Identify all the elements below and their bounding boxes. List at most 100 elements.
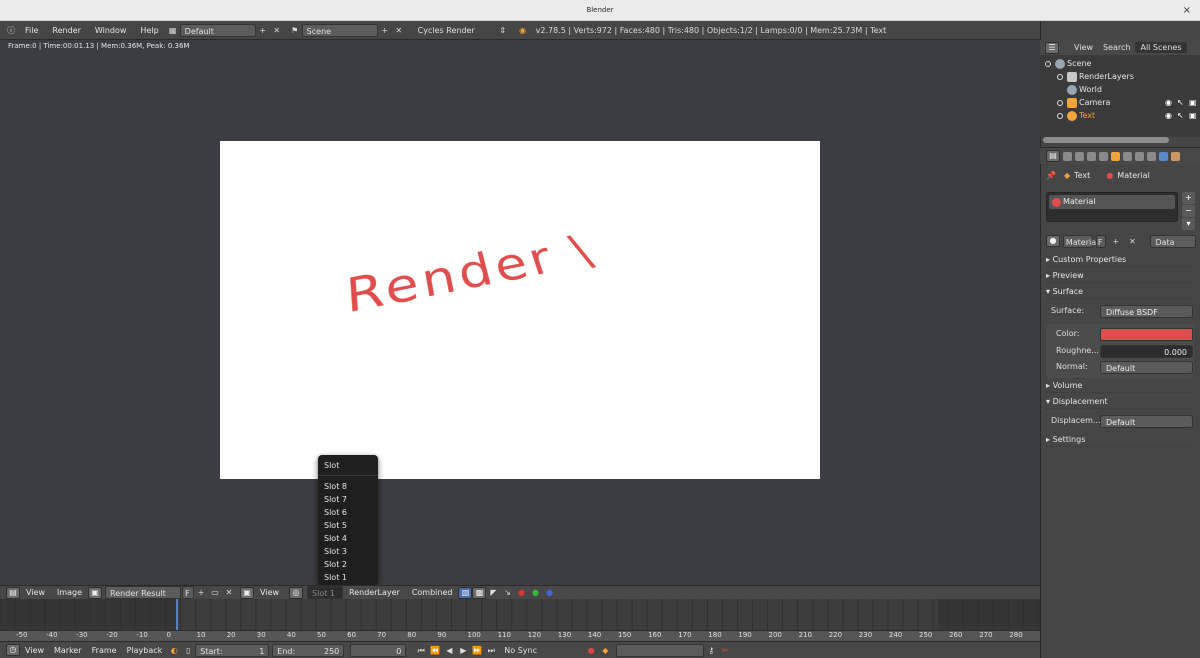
scene-tab-icon[interactable] <box>1087 151 1096 161</box>
jump-end-icon[interactable]: ⏭ <box>484 644 498 657</box>
render-camera-icon[interactable]: ▣ <box>1189 96 1197 109</box>
displacement-select[interactable]: Default <box>1100 415 1193 428</box>
blue-channel-icon[interactable]: ● <box>542 586 556 599</box>
image-menu-image[interactable]: Image <box>51 588 88 597</box>
slot-item[interactable]: Slot 7 <box>318 493 378 506</box>
menu-file[interactable]: File <box>18 26 45 35</box>
image-menu-view[interactable]: View <box>20 588 51 597</box>
alpha-channel-icon[interactable]: ▩ <box>472 586 487 599</box>
remove-scene-icon[interactable]: ✕ <box>392 24 406 37</box>
green-channel-icon[interactable]: ● <box>528 586 542 599</box>
world-tab-icon[interactable] <box>1099 151 1108 161</box>
slot-item[interactable]: Slot 2 <box>318 558 378 571</box>
panel-volume[interactable]: ▸ Volume <box>1046 379 1194 393</box>
slot-item[interactable]: Slot 4 <box>318 532 378 545</box>
keying-icon[interactable]: ◆ <box>598 644 612 657</box>
layers-tab-icon[interactable] <box>1075 151 1084 161</box>
panel-displacement[interactable]: ▾ Displacement <box>1046 395 1194 409</box>
visibility-eye-icon[interactable]: ◉ <box>1165 109 1172 122</box>
scene-icon[interactable]: ⚑ <box>288 24 302 37</box>
slot-specials-button[interactable]: ▾ <box>1182 218 1195 230</box>
material-fake-user[interactable]: F <box>1095 234 1106 248</box>
layout-icon[interactable]: ▦ <box>166 24 180 37</box>
outliner-tab-all-scenes[interactable]: All Scenes <box>1135 42 1187 53</box>
open-image-icon[interactable]: ▭ <box>208 586 222 599</box>
image-browse-icon[interactable]: ▣ <box>88 586 103 599</box>
mode-select[interactable]: View <box>254 588 285 597</box>
new-material-icon[interactable]: + <box>1109 235 1123 248</box>
outliner-tab-view[interactable]: View <box>1069 42 1098 53</box>
visibility-eye-icon[interactable]: ◉ <box>1165 96 1172 109</box>
mode-icon[interactable]: ▣ <box>240 586 255 599</box>
editor-type-icon[interactable]: ▤ <box>6 586 20 599</box>
expand-icon[interactable] <box>1045 60 1051 67</box>
material-tab-icon[interactable] <box>1159 151 1168 161</box>
link-select[interactable]: Data <box>1150 234 1196 248</box>
render-engine-select[interactable]: Cycles Render <box>413 23 496 37</box>
outliner-row-world[interactable]: World <box>1067 83 1102 96</box>
normal-select[interactable]: Default <box>1100 361 1193 374</box>
slot-item[interactable]: Slot 6 <box>318 506 378 519</box>
menu-render[interactable]: Render <box>45 26 87 35</box>
timeline-ruler[interactable]: -50 -40 -30 -20 -10 0 10 20 30 40 50 60 70 80 90 100 110… <box>0 630 1040 641</box>
panel-surface[interactable]: ▾ Surface <box>1046 285 1194 299</box>
add-scene-icon[interactable]: + <box>378 24 392 37</box>
add-layout-icon[interactable]: + <box>256 24 270 37</box>
texture-tab-icon[interactable] <box>1171 151 1180 161</box>
remove-layout-icon[interactable]: ✕ <box>270 24 284 37</box>
timeline-area[interactable] <box>0 599 1040 630</box>
keying-set-field[interactable] <box>616 643 705 657</box>
z-buffer-icon[interactable]: ◤ <box>486 586 500 599</box>
slot-item[interactable]: Slot 5 <box>318 519 378 532</box>
pivot-icon[interactable]: ◎ <box>289 586 304 599</box>
current-frame-field[interactable]: 0 <box>350 643 407 657</box>
snap-icon[interactable]: ↘ <box>500 586 514 599</box>
roughness-slider[interactable]: 0.000 <box>1100 345 1193 358</box>
image-name-field[interactable]: Render Result <box>105 586 182 599</box>
close-icon[interactable]: × <box>1183 0 1191 21</box>
unlink-image-icon[interactable]: ✕ <box>222 586 236 599</box>
material-name-field[interactable]: Material <box>1062 234 1098 248</box>
sync-select[interactable]: No Sync <box>500 643 577 657</box>
slot-item[interactable]: Slot 8 <box>318 480 378 493</box>
context-material[interactable]: Material <box>1117 171 1150 180</box>
outliner-tab-search[interactable]: Search <box>1098 42 1135 53</box>
expand-icon[interactable] <box>1057 112 1063 119</box>
selectable-icon[interactable]: ↖ <box>1177 96 1184 109</box>
outliner-row-text[interactable]: Text ◉ ↖ ▣ <box>1057 109 1197 122</box>
remove-slot-button[interactable]: − <box>1182 205 1195 217</box>
pin-icon[interactable]: 📌 <box>1046 171 1056 180</box>
material-slots-list[interactable]: Material <box>1046 192 1178 222</box>
panel-settings[interactable]: ▸ Settings <box>1046 433 1194 447</box>
render-tab-icon[interactable] <box>1063 151 1072 161</box>
add-slot-button[interactable]: + <box>1182 192 1195 204</box>
color-swatch[interactable] <box>1100 328 1193 341</box>
menu-help[interactable]: Help <box>133 26 165 35</box>
render-result-image[interactable]: Render \ <box>220 141 820 479</box>
scene-field[interactable]: Scene <box>301 23 378 37</box>
new-image-icon[interactable]: + <box>194 586 208 599</box>
jump-keyframe-back-icon[interactable]: ⏪ <box>428 644 442 657</box>
properties-type-icon[interactable]: ▤ <box>1046 150 1060 162</box>
jump-keyframe-forward-icon[interactable]: ⏩ <box>470 644 484 657</box>
start-frame-field[interactable]: Start: 1 <box>195 643 270 657</box>
panel-custom-properties[interactable]: ▸ Custom Properties <box>1046 253 1194 267</box>
play-icon[interactable]: ▶ <box>456 644 470 657</box>
pass-select[interactable]: Combined <box>406 588 459 597</box>
info-editor-type-icon[interactable]: ⓘ <box>4 24 18 37</box>
context-object[interactable]: Text <box>1074 171 1090 180</box>
slot-item[interactable]: Slot 1 <box>318 571 378 584</box>
outliner[interactable]: Scene RenderLayers World Camera ◉ ↖ ▣ Te… <box>1040 55 1200 137</box>
delete-keyframe-icon[interactable]: ✂ <box>718 644 732 657</box>
outliner-row-renderlayers[interactable]: RenderLayers <box>1057 70 1134 83</box>
surface-shader-select[interactable]: Diffuse BSDF <box>1100 305 1193 318</box>
play-reverse-icon[interactable]: ◀ <box>442 644 456 657</box>
menu-window[interactable]: Window <box>88 26 134 35</box>
outliner-type-icon[interactable]: ☰ <box>1045 41 1059 54</box>
timeline-menu-playback[interactable]: Playback <box>122 646 168 655</box>
expand-icon[interactable] <box>1057 73 1063 80</box>
lock-icon[interactable]: ▯ <box>181 644 195 657</box>
red-channel-icon[interactable]: ● <box>514 586 528 599</box>
insert-keyframe-icon[interactable]: ⚷ <box>704 644 718 657</box>
timeline-editor-type-icon[interactable]: ◷ <box>6 644 20 656</box>
